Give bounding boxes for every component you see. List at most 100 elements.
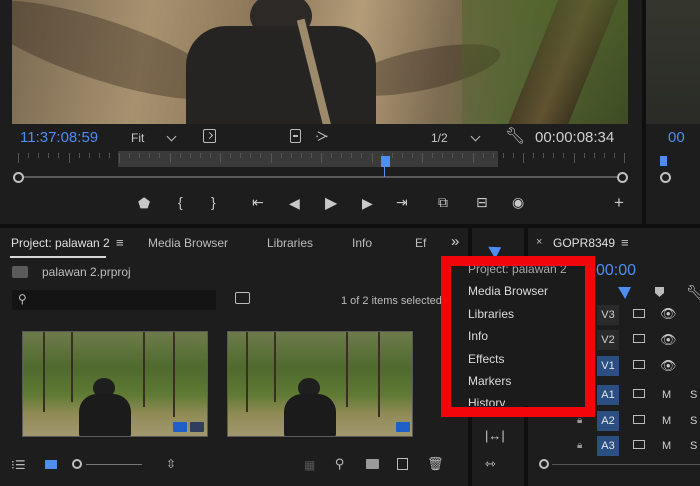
track-target-v1[interactable]: V1	[597, 356, 619, 376]
go-to-out-icon[interactable]: ⇥	[396, 194, 408, 211]
source-scroll-handle[interactable]	[660, 172, 671, 183]
ruler-tick	[401, 153, 403, 158]
track-target-a1[interactable]: A1	[597, 385, 619, 405]
zoom-select[interactable]: Fit	[131, 131, 177, 145]
timeline-zoom-handle[interactable]	[539, 459, 549, 469]
sync-lock-icon[interactable]	[633, 334, 645, 343]
menu-item-media-browser[interactable]: Media Browser	[468, 284, 548, 298]
tab-effects-partial[interactable]: Ef	[415, 236, 426, 250]
track-target-v3[interactable]: V3	[597, 305, 619, 325]
ruler-tick	[624, 153, 625, 163]
ruler-tick	[260, 153, 262, 158]
ruler-tick	[593, 153, 595, 158]
sync-lock-icon[interactable]	[633, 309, 645, 318]
sync-lock-icon[interactable]	[633, 389, 645, 398]
solo-button[interactable]: S	[690, 440, 697, 452]
list-view-icon[interactable]: ⁝☰	[11, 458, 26, 472]
menu-item-libraries[interactable]: Libraries	[468, 307, 514, 321]
step-forward-icon[interactable]: ▶︎	[362, 195, 373, 212]
menu-item-history[interactable]: History	[468, 396, 505, 406]
zoom-scroll-start-handle[interactable]	[13, 172, 24, 183]
fit-toggle-icon[interactable]	[203, 129, 216, 143]
close-icon[interactable]: ×	[536, 236, 542, 248]
mute-button[interactable]: M	[662, 389, 671, 401]
timeline-zoom-track[interactable]	[552, 464, 700, 465]
mute-button[interactable]: M	[662, 440, 671, 452]
solo-button[interactable]: S	[690, 389, 697, 401]
eye-icon[interactable]: 👁︎	[660, 332, 677, 348]
sort-icon[interactable]: ⇳	[166, 457, 176, 471]
panel-menu-icon[interactable]: ≡	[116, 235, 124, 250]
ruler-tick	[351, 153, 353, 158]
ruler-tick	[68, 153, 70, 163]
add-marker-icon[interactable]: ⬟	[138, 195, 150, 212]
ruler-tick	[58, 153, 60, 158]
eye-icon[interactable]: 👁︎	[660, 306, 677, 322]
go-to-in-icon[interactable]: ⇤	[252, 194, 264, 211]
time-ruler[interactable]	[18, 151, 625, 167]
mark-in-icon[interactable]: {	[178, 194, 183, 210]
new-search-bin-icon[interactable]	[235, 292, 250, 304]
menu-item-markers[interactable]: Markers	[468, 374, 511, 388]
tab-overflow-button[interactable]: »	[451, 233, 459, 250]
overwrite-icon[interactable]: ⊟	[476, 194, 488, 211]
step-back-icon[interactable]: ◀︎	[289, 195, 300, 212]
clip-thumbnail[interactable]	[227, 331, 413, 437]
tab-sequence[interactable]: GOPR8349	[553, 236, 615, 250]
eye-icon[interactable]: 👁︎	[660, 358, 677, 374]
slide-tool-icon[interactable]: ⇿	[485, 456, 496, 472]
sync-lock-icon[interactable]	[633, 440, 645, 449]
slip-tool-icon[interactable]: |↔|	[485, 428, 505, 443]
source-playhead-marker[interactable]	[660, 156, 667, 166]
track-target-a2[interactable]: A2	[597, 411, 619, 431]
play-icon[interactable]: ▶︎	[325, 193, 337, 213]
wrench-icon[interactable]: 🔧︎	[686, 284, 700, 301]
current-timecode[interactable]: 11:37:08:59	[20, 129, 98, 146]
ruler-tick	[321, 153, 322, 163]
audio-waveform-icon[interactable]: ⋅ᐳ⋅	[315, 129, 329, 145]
icon-view-icon[interactable]	[45, 460, 57, 469]
mute-button[interactable]: M	[662, 415, 671, 427]
ruler-tick	[492, 153, 494, 158]
scrub-bar[interactable]	[18, 176, 624, 178]
zoom-scroll-end-handle[interactable]	[617, 172, 628, 183]
timeline-menu-icon[interactable]: ≡	[621, 235, 629, 250]
track-target-a3[interactable]: A3	[597, 436, 619, 456]
timeline-timecode[interactable]: 00:00	[596, 262, 636, 280]
playhead-marker[interactable]	[381, 156, 390, 167]
video-audio-badge-icon	[173, 422, 187, 432]
ruler-tick	[452, 153, 454, 158]
clip-thumbnail[interactable]	[22, 331, 208, 437]
wrench-icon[interactable]: 🔧︎	[505, 126, 525, 146]
new-bin-icon[interactable]	[366, 459, 379, 469]
add-button-icon[interactable]: +	[614, 193, 624, 213]
tab-libraries[interactable]: Libraries	[267, 236, 313, 250]
menu-item-effects[interactable]: Effects	[468, 352, 504, 366]
new-item-icon[interactable]	[397, 458, 408, 470]
sync-lock-icon[interactable]	[633, 360, 645, 369]
mark-out-icon[interactable]: }	[211, 194, 216, 210]
zoom-slider-track[interactable]	[86, 464, 142, 465]
sync-lock-icon[interactable]	[633, 415, 645, 424]
resolution-select[interactable]: 1/2	[431, 131, 481, 145]
project-search-input[interactable]: ⚲	[12, 290, 216, 310]
solo-button[interactable]: S	[690, 415, 697, 427]
track-target-v2[interactable]: V2	[597, 330, 619, 350]
export-frame-camera-icon[interactable]: ◉	[512, 194, 524, 211]
menu-item-info[interactable]: Info	[468, 329, 488, 343]
lock-icon[interactable]: 🔒︎	[577, 440, 582, 451]
find-icon[interactable]: ⚲	[335, 456, 345, 472]
insert-icon[interactable]: ⧉	[438, 194, 448, 211]
tab-info[interactable]: Info	[352, 236, 372, 250]
trash-icon[interactable]: 🗑︎	[427, 456, 444, 472]
ruler-tick	[149, 153, 151, 158]
ruler-tick	[250, 153, 252, 158]
tab-media-browser[interactable]: Media Browser	[148, 236, 228, 250]
menu-item-project[interactable]: Project: palawan 2	[468, 262, 567, 276]
lock-icon[interactable]: 🔒︎	[577, 415, 582, 426]
tab-project[interactable]: Project: palawan 2	[11, 236, 110, 250]
zoom-slider-handle[interactable]	[72, 459, 82, 469]
ruler-tick	[199, 153, 201, 158]
safe-margins-icon[interactable]	[290, 129, 301, 143]
ruler-tick	[563, 153, 565, 158]
